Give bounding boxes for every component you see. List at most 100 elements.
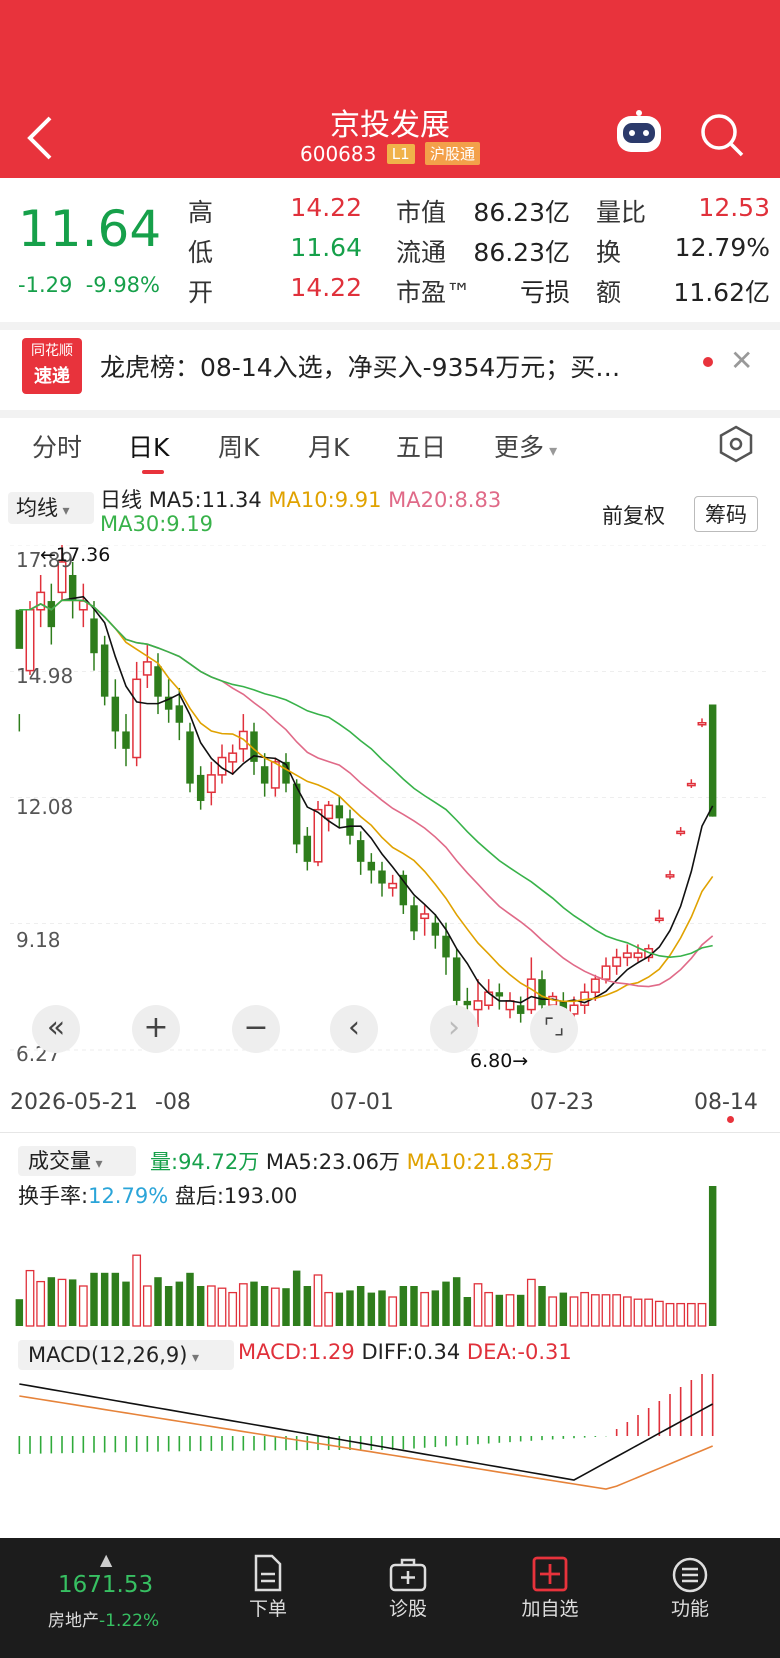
- y-tick-2: 14.98: [16, 664, 74, 688]
- search-icon[interactable]: [697, 110, 747, 160]
- volume-bar: [484, 1291, 494, 1327]
- pe-value: 亏损: [519, 278, 570, 307]
- candle-body: [367, 861, 376, 871]
- candle-body: [228, 752, 238, 763]
- volume-bar: [676, 1302, 686, 1327]
- sector-index-value[interactable]: 1671.53: [58, 1572, 153, 1598]
- news-text[interactable]: 龙虎榜：08-14入选，净买入-9354万元；买…: [100, 348, 710, 384]
- candle-body: [526, 978, 536, 1011]
- candle-body: [538, 979, 546, 1006]
- volume-bar: [580, 1291, 590, 1327]
- volume-bar: [410, 1286, 418, 1326]
- macd-selector[interactable]: MACD(12,26,9) ▾: [18, 1340, 234, 1370]
- nav-functions[interactable]: 功能: [640, 1594, 740, 1621]
- assistant-robot-icon[interactable]: [612, 108, 666, 156]
- amount-label: 额: [596, 278, 622, 307]
- volume-chart: [15, 1186, 717, 1327]
- diff-value: DIFF:0.34: [361, 1340, 461, 1364]
- volume-bar: [356, 1286, 365, 1326]
- volume-bar: [431, 1290, 440, 1326]
- scroll-left-icon[interactable]: ‹: [330, 1005, 378, 1053]
- candle-body: [473, 1000, 483, 1011]
- add-watchlist-icon[interactable]: [532, 1556, 568, 1592]
- nav-order[interactable]: 下单: [218, 1594, 318, 1621]
- unread-dot: [703, 357, 713, 367]
- scroll-right-icon[interactable]: ›: [430, 1005, 478, 1053]
- volume-bar: [90, 1272, 98, 1326]
- tab-weekly-k[interactable]: 周K: [218, 428, 259, 464]
- high-label: 高: [188, 198, 214, 227]
- volume-bar: [590, 1294, 600, 1327]
- candle-body: [697, 721, 707, 726]
- candle-body: [378, 870, 386, 884]
- turnover-value: 12.79%: [674, 233, 770, 262]
- candle-body: [142, 661, 152, 676]
- float-value: 86.23亿: [473, 238, 570, 267]
- volume-bar: [612, 1294, 622, 1327]
- expand-up-icon[interactable]: ▲: [100, 1550, 112, 1569]
- volume-bar: [442, 1281, 450, 1326]
- candle-body: [463, 1000, 472, 1006]
- volume-bar: [686, 1302, 696, 1327]
- volume-bar: [665, 1302, 675, 1327]
- nav-add-watchlist[interactable]: 加自选: [500, 1594, 600, 1621]
- zoom-in-icon[interactable]: +: [132, 1005, 180, 1053]
- candle-body: [686, 782, 696, 787]
- volume-bar: [399, 1286, 408, 1326]
- news-logo-line2: 速递: [34, 366, 70, 387]
- candle-body: [196, 774, 205, 801]
- volume-bar: [420, 1291, 430, 1327]
- candle-body: [132, 678, 142, 759]
- ma-legend: 日线 MA5:11.34 MA10:9.91 MA20:8.83: [100, 484, 501, 514]
- nav-diagnose[interactable]: 诊股: [358, 1594, 458, 1621]
- candle-body: [516, 1005, 525, 1014]
- tab-five-day[interactable]: 五日: [396, 428, 446, 464]
- ma10-line: [19, 599, 714, 1003]
- x-tick-3: 07-01: [330, 1090, 394, 1115]
- candle-body: [665, 874, 675, 878]
- volume-bar: [463, 1297, 472, 1326]
- zoom-out-fast-icon[interactable]: «: [32, 1005, 80, 1053]
- volratio-label: 量比: [596, 198, 647, 227]
- volume-bar: [122, 1281, 130, 1326]
- diagnose-kit-icon[interactable]: [388, 1556, 428, 1592]
- dropdown-icon: ▾: [187, 1350, 199, 1366]
- volume-bar: [378, 1290, 386, 1326]
- stock-code: 600683: [300, 142, 377, 166]
- candle-body: [303, 835, 312, 862]
- candle-body: [708, 704, 717, 817]
- candle-body: [335, 805, 344, 819]
- volume-bar: [526, 1278, 536, 1327]
- order-document-icon[interactable]: [252, 1554, 284, 1592]
- price-change: -1.29 -9.98%: [18, 273, 160, 297]
- mktcap-value: 86.23亿: [473, 198, 570, 227]
- settings-icon[interactable]: [716, 424, 756, 464]
- volume-bar: [324, 1291, 334, 1327]
- sector-index[interactable]: 房地产-1.22%: [48, 1606, 159, 1631]
- close-icon[interactable]: ✕: [730, 344, 753, 377]
- volume-bar: [164, 1286, 173, 1326]
- tab-monthly-k[interactable]: 月K: [308, 428, 349, 464]
- chips-button[interactable]: 筹码: [694, 496, 758, 532]
- ma10-value: MA10:9.91: [268, 488, 382, 512]
- menu-circle-icon[interactable]: [671, 1556, 709, 1594]
- volume-bar: [548, 1296, 558, 1327]
- zoom-out-icon[interactable]: −: [232, 1005, 280, 1053]
- volume-bar: [132, 1254, 142, 1327]
- candle-body: [206, 774, 216, 794]
- dropdown-icon: ▾: [544, 441, 558, 460]
- turnover-label: 换: [596, 238, 622, 267]
- tab-daily-k[interactable]: 日K: [128, 428, 169, 464]
- ma-selector[interactable]: 均线 ▾: [8, 492, 94, 524]
- adjust-mode[interactable]: 前复权: [602, 500, 665, 530]
- tab-more[interactable]: 更多 ▾: [494, 428, 557, 464]
- sector-change: -1.22%: [99, 1611, 160, 1631]
- tab-more-label: 更多: [494, 433, 545, 462]
- fullscreen-icon[interactable]: ⌜⌟: [530, 1005, 578, 1053]
- candlestick-chart[interactable]: [10, 545, 770, 1075]
- volume-bar: [505, 1294, 515, 1327]
- volume-bar: [217, 1287, 227, 1327]
- active-tab-indicator: [142, 470, 164, 474]
- tab-intraday[interactable]: 分时: [32, 428, 82, 464]
- change-amount: -1.29: [18, 273, 73, 297]
